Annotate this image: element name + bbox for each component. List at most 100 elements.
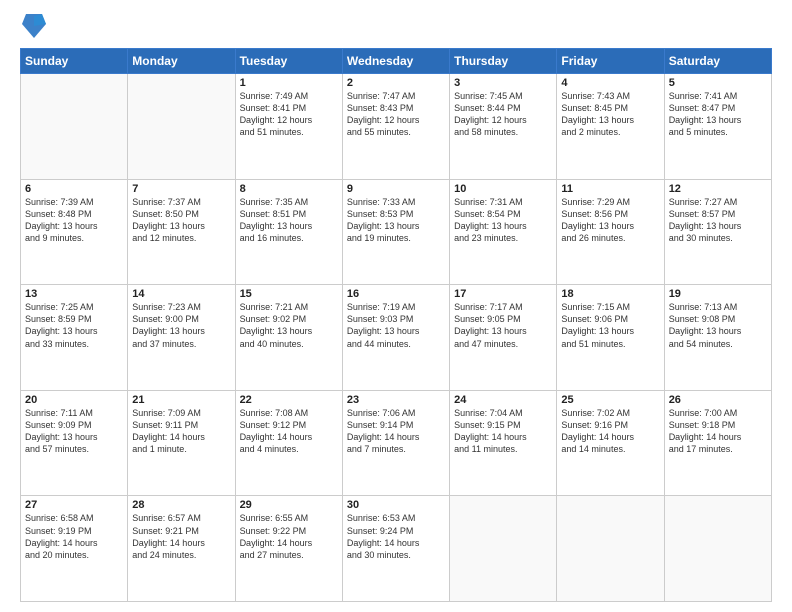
calendar-cell: 29Sunrise: 6:55 AM Sunset: 9:22 PM Dayli… [235, 496, 342, 602]
header-sunday: Sunday [21, 49, 128, 74]
calendar-page: Sunday Monday Tuesday Wednesday Thursday… [0, 0, 792, 612]
day-number: 9 [347, 183, 445, 195]
day-number: 24 [454, 394, 552, 406]
calendar-cell: 22Sunrise: 7:08 AM Sunset: 9:12 PM Dayli… [235, 390, 342, 496]
calendar-cell: 11Sunrise: 7:29 AM Sunset: 8:56 PM Dayli… [557, 179, 664, 285]
day-number: 3 [454, 77, 552, 89]
day-number: 30 [347, 499, 445, 511]
day-info: Sunrise: 7:45 AM Sunset: 8:44 PM Dayligh… [454, 90, 552, 139]
day-info: Sunrise: 7:19 AM Sunset: 9:03 PM Dayligh… [347, 301, 445, 350]
day-number: 25 [561, 394, 659, 406]
day-number: 29 [240, 499, 338, 511]
calendar-cell [664, 496, 771, 602]
calendar-cell: 21Sunrise: 7:09 AM Sunset: 9:11 PM Dayli… [128, 390, 235, 496]
calendar-cell [21, 74, 128, 180]
day-number: 19 [669, 288, 767, 300]
calendar-cell: 20Sunrise: 7:11 AM Sunset: 9:09 PM Dayli… [21, 390, 128, 496]
header-monday: Monday [128, 49, 235, 74]
day-number: 15 [240, 288, 338, 300]
calendar-cell: 2Sunrise: 7:47 AM Sunset: 8:43 PM Daylig… [342, 74, 449, 180]
day-number: 1 [240, 77, 338, 89]
header-tuesday: Tuesday [235, 49, 342, 74]
day-number: 21 [132, 394, 230, 406]
header-thursday: Thursday [450, 49, 557, 74]
calendar-week-row: 20Sunrise: 7:11 AM Sunset: 9:09 PM Dayli… [21, 390, 772, 496]
day-info: Sunrise: 7:02 AM Sunset: 9:16 PM Dayligh… [561, 407, 659, 456]
calendar-week-row: 6Sunrise: 7:39 AM Sunset: 8:48 PM Daylig… [21, 179, 772, 285]
calendar-cell: 9Sunrise: 7:33 AM Sunset: 8:53 PM Daylig… [342, 179, 449, 285]
calendar-cell: 30Sunrise: 6:53 AM Sunset: 9:24 PM Dayli… [342, 496, 449, 602]
calendar-cell [557, 496, 664, 602]
calendar-cell: 16Sunrise: 7:19 AM Sunset: 9:03 PM Dayli… [342, 285, 449, 391]
calendar-table: Sunday Monday Tuesday Wednesday Thursday… [20, 48, 772, 602]
day-number: 13 [25, 288, 123, 300]
day-info: Sunrise: 7:37 AM Sunset: 8:50 PM Dayligh… [132, 196, 230, 245]
day-info: Sunrise: 7:09 AM Sunset: 9:11 PM Dayligh… [132, 407, 230, 456]
day-info: Sunrise: 7:25 AM Sunset: 8:59 PM Dayligh… [25, 301, 123, 350]
day-info: Sunrise: 7:15 AM Sunset: 9:06 PM Dayligh… [561, 301, 659, 350]
calendar-cell: 17Sunrise: 7:17 AM Sunset: 9:05 PM Dayli… [450, 285, 557, 391]
day-info: Sunrise: 7:33 AM Sunset: 8:53 PM Dayligh… [347, 196, 445, 245]
calendar-cell: 5Sunrise: 7:41 AM Sunset: 8:47 PM Daylig… [664, 74, 771, 180]
day-info: Sunrise: 7:17 AM Sunset: 9:05 PM Dayligh… [454, 301, 552, 350]
logo [20, 18, 46, 38]
day-info: Sunrise: 7:41 AM Sunset: 8:47 PM Dayligh… [669, 90, 767, 139]
calendar-week-row: 27Sunrise: 6:58 AM Sunset: 9:19 PM Dayli… [21, 496, 772, 602]
day-number: 18 [561, 288, 659, 300]
day-number: 2 [347, 77, 445, 89]
logo-icon [22, 10, 46, 38]
day-number: 28 [132, 499, 230, 511]
calendar-cell: 4Sunrise: 7:43 AM Sunset: 8:45 PM Daylig… [557, 74, 664, 180]
day-number: 11 [561, 183, 659, 195]
calendar-week-row: 1Sunrise: 7:49 AM Sunset: 8:41 PM Daylig… [21, 74, 772, 180]
day-number: 26 [669, 394, 767, 406]
day-info: Sunrise: 7:31 AM Sunset: 8:54 PM Dayligh… [454, 196, 552, 245]
day-number: 6 [25, 183, 123, 195]
header-saturday: Saturday [664, 49, 771, 74]
calendar-cell: 25Sunrise: 7:02 AM Sunset: 9:16 PM Dayli… [557, 390, 664, 496]
calendar-cell: 27Sunrise: 6:58 AM Sunset: 9:19 PM Dayli… [21, 496, 128, 602]
day-number: 20 [25, 394, 123, 406]
day-info: Sunrise: 7:27 AM Sunset: 8:57 PM Dayligh… [669, 196, 767, 245]
day-info: Sunrise: 7:29 AM Sunset: 8:56 PM Dayligh… [561, 196, 659, 245]
header-wednesday: Wednesday [342, 49, 449, 74]
day-info: Sunrise: 7:04 AM Sunset: 9:15 PM Dayligh… [454, 407, 552, 456]
weekday-header-row: Sunday Monday Tuesday Wednesday Thursday… [21, 49, 772, 74]
day-number: 4 [561, 77, 659, 89]
day-info: Sunrise: 7:23 AM Sunset: 9:00 PM Dayligh… [132, 301, 230, 350]
day-number: 7 [132, 183, 230, 195]
calendar-cell: 26Sunrise: 7:00 AM Sunset: 9:18 PM Dayli… [664, 390, 771, 496]
day-info: Sunrise: 6:58 AM Sunset: 9:19 PM Dayligh… [25, 512, 123, 561]
day-number: 5 [669, 77, 767, 89]
calendar-cell: 8Sunrise: 7:35 AM Sunset: 8:51 PM Daylig… [235, 179, 342, 285]
day-number: 22 [240, 394, 338, 406]
day-info: Sunrise: 7:35 AM Sunset: 8:51 PM Dayligh… [240, 196, 338, 245]
calendar-cell: 23Sunrise: 7:06 AM Sunset: 9:14 PM Dayli… [342, 390, 449, 496]
calendar-cell: 28Sunrise: 6:57 AM Sunset: 9:21 PM Dayli… [128, 496, 235, 602]
calendar-cell: 14Sunrise: 7:23 AM Sunset: 9:00 PM Dayli… [128, 285, 235, 391]
day-info: Sunrise: 7:47 AM Sunset: 8:43 PM Dayligh… [347, 90, 445, 139]
day-number: 16 [347, 288, 445, 300]
calendar-cell: 13Sunrise: 7:25 AM Sunset: 8:59 PM Dayli… [21, 285, 128, 391]
day-info: Sunrise: 7:49 AM Sunset: 8:41 PM Dayligh… [240, 90, 338, 139]
calendar-cell: 3Sunrise: 7:45 AM Sunset: 8:44 PM Daylig… [450, 74, 557, 180]
day-number: 14 [132, 288, 230, 300]
day-number: 17 [454, 288, 552, 300]
calendar-cell [450, 496, 557, 602]
day-info: Sunrise: 7:13 AM Sunset: 9:08 PM Dayligh… [669, 301, 767, 350]
calendar-cell: 6Sunrise: 7:39 AM Sunset: 8:48 PM Daylig… [21, 179, 128, 285]
day-info: Sunrise: 7:08 AM Sunset: 9:12 PM Dayligh… [240, 407, 338, 456]
day-info: Sunrise: 6:57 AM Sunset: 9:21 PM Dayligh… [132, 512, 230, 561]
day-info: Sunrise: 7:06 AM Sunset: 9:14 PM Dayligh… [347, 407, 445, 456]
day-number: 12 [669, 183, 767, 195]
day-number: 23 [347, 394, 445, 406]
day-info: Sunrise: 7:39 AM Sunset: 8:48 PM Dayligh… [25, 196, 123, 245]
day-number: 10 [454, 183, 552, 195]
day-info: Sunrise: 7:11 AM Sunset: 9:09 PM Dayligh… [25, 407, 123, 456]
calendar-cell [128, 74, 235, 180]
calendar-cell: 15Sunrise: 7:21 AM Sunset: 9:02 PM Dayli… [235, 285, 342, 391]
calendar-cell: 18Sunrise: 7:15 AM Sunset: 9:06 PM Dayli… [557, 285, 664, 391]
calendar-week-row: 13Sunrise: 7:25 AM Sunset: 8:59 PM Dayli… [21, 285, 772, 391]
day-info: Sunrise: 6:55 AM Sunset: 9:22 PM Dayligh… [240, 512, 338, 561]
calendar-cell: 24Sunrise: 7:04 AM Sunset: 9:15 PM Dayli… [450, 390, 557, 496]
